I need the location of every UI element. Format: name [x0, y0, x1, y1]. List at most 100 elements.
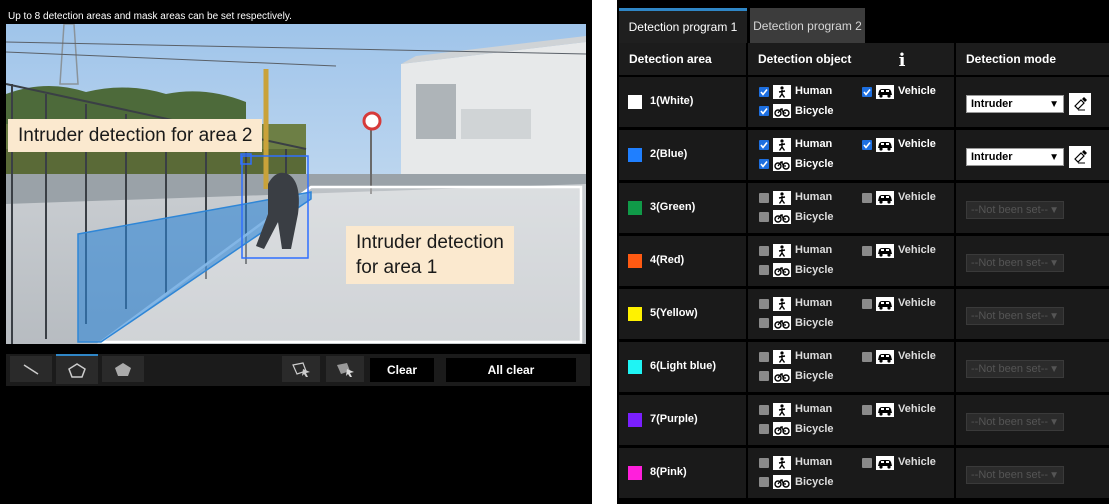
select-mask-button[interactable] — [326, 356, 364, 382]
chevron-down-icon: ▼ — [1049, 205, 1059, 216]
area-color-swatch — [628, 95, 642, 109]
bicycle-checkbox[interactable] — [759, 318, 769, 328]
human-label: Human — [795, 297, 833, 309]
vehicle-checkbox[interactable] — [862, 87, 872, 97]
checkmark-icon — [760, 108, 768, 115]
bicycle-checkbox[interactable] — [759, 106, 769, 116]
vehicle-label: Vehicle — [898, 85, 936, 97]
human-label: Human — [795, 350, 833, 362]
area-cell: 1(White) — [619, 77, 746, 127]
chevron-down-icon: ▼ — [1049, 99, 1059, 110]
bicycle-icon — [774, 213, 790, 223]
human-label: Human — [795, 138, 833, 150]
human-icon — [778, 139, 786, 151]
checkmark-icon — [863, 142, 871, 149]
bicycle-icon — [774, 107, 790, 117]
right-panel: Detection program 1 Detection program 2 … — [617, 0, 1109, 504]
vehicle-checkbox[interactable] — [862, 299, 872, 309]
bicycle-checkbox[interactable] — [759, 477, 769, 487]
area-cell: 8(Pink) — [619, 448, 746, 498]
bicycle-pictogram — [773, 422, 791, 436]
bicycle-pictogram — [773, 104, 791, 118]
human-checkbox[interactable] — [759, 246, 769, 256]
drawing-toolbar: Clear All clear — [6, 354, 590, 386]
area-color-swatch — [628, 307, 642, 321]
info-icon[interactable]: i — [891, 49, 913, 71]
human-label: Human — [795, 191, 833, 203]
human-checkbox[interactable] — [759, 299, 769, 309]
line-tool-button[interactable] — [10, 356, 52, 382]
human-label: Human — [795, 244, 833, 256]
callout-area-2: Intruder detection for area 2 — [8, 119, 263, 152]
human-checkbox[interactable] — [759, 405, 769, 415]
vehicle-checkbox[interactable] — [862, 352, 872, 362]
area-name: 4(Red) — [650, 254, 685, 266]
bicycle-checkbox[interactable] — [759, 212, 769, 222]
vehicle-checkbox[interactable] — [862, 405, 872, 415]
cursor-outline-icon — [292, 362, 310, 377]
area-color-swatch — [628, 466, 642, 480]
table-row: 4(Red) Human Vehicle Bicycle --Not been … — [619, 236, 1109, 286]
tab-detection-program-2[interactable]: Detection program 2 — [750, 8, 865, 43]
vehicle-checkbox[interactable] — [862, 193, 872, 203]
callout-area-1-line1: Intruder detection — [356, 232, 504, 253]
detection-mode-select: --Not been set-- ▼ — [966, 466, 1064, 484]
bicycle-label: Bicycle — [795, 264, 834, 276]
edit-area-button[interactable] — [1069, 146, 1091, 168]
detection-mode-value: --Not been set-- — [971, 469, 1049, 481]
polygon-tool-button[interactable] — [56, 354, 98, 384]
mask-tool-button[interactable] — [102, 356, 144, 382]
bicycle-icon — [774, 266, 790, 276]
human-checkbox[interactable] — [759, 458, 769, 468]
all-clear-button[interactable]: All clear — [446, 358, 576, 382]
human-pictogram — [773, 138, 791, 152]
vehicle-icon — [878, 353, 892, 363]
human-checkbox[interactable] — [759, 140, 769, 150]
vehicle-pictogram — [876, 191, 894, 205]
vehicle-pictogram — [876, 456, 894, 470]
table-row: 3(Green) Human Vehicle Bicycle --Not bee… — [619, 183, 1109, 233]
detection-mode-select[interactable]: Intruder ▼ — [966, 95, 1064, 113]
header-detection-object: Detection object i — [748, 43, 954, 75]
human-checkbox[interactable] — [759, 352, 769, 362]
human-pictogram — [773, 191, 791, 205]
edit-area-button[interactable] — [1069, 93, 1091, 115]
human-icon — [778, 351, 786, 363]
bicycle-checkbox[interactable] — [759, 265, 769, 275]
bicycle-checkbox[interactable] — [759, 159, 769, 169]
vehicle-pictogram — [876, 138, 894, 152]
vehicle-pictogram — [876, 403, 894, 417]
select-area-button[interactable] — [282, 356, 320, 382]
detection-mode-select[interactable]: Intruder ▼ — [966, 148, 1064, 166]
detection-mode-value: --Not been set-- — [971, 204, 1049, 216]
cursor-filled-icon — [337, 363, 354, 377]
bicycle-pictogram — [773, 157, 791, 171]
camera-view[interactable]: Intruder detection for area 2 Intruder d… — [6, 24, 586, 344]
vehicle-icon — [878, 406, 892, 416]
vehicle-label: Vehicle — [898, 138, 936, 150]
table-row: 6(Light blue) Human Vehicle Bicycle --No… — [619, 342, 1109, 392]
vehicle-checkbox[interactable] — [862, 458, 872, 468]
vehicle-label: Vehicle — [898, 244, 936, 256]
bicycle-icon — [774, 160, 790, 170]
bicycle-icon — [774, 478, 790, 488]
human-pictogram — [773, 297, 791, 311]
table-header: Detection area Detection object i Detect… — [619, 43, 1109, 75]
area-name: 1(White) — [650, 95, 694, 107]
tab-detection-program-1[interactable]: Detection program 1 — [619, 8, 747, 43]
vehicle-icon — [878, 247, 892, 257]
human-checkbox[interactable] — [759, 87, 769, 97]
area-cell: 3(Green) — [619, 183, 746, 233]
vehicle-checkbox[interactable] — [862, 246, 872, 256]
vehicle-checkbox[interactable] — [862, 140, 872, 150]
clear-button[interactable]: Clear — [370, 358, 434, 382]
bicycle-label: Bicycle — [795, 370, 834, 382]
detection-mode-select: --Not been set-- ▼ — [966, 254, 1064, 272]
bicycle-checkbox[interactable] — [759, 371, 769, 381]
bicycle-label: Bicycle — [795, 211, 834, 223]
human-checkbox[interactable] — [759, 193, 769, 203]
human-pictogram — [773, 244, 791, 258]
bicycle-checkbox[interactable] — [759, 424, 769, 434]
area-cell: 5(Yellow) — [619, 289, 746, 339]
area-name: 3(Green) — [650, 201, 696, 213]
